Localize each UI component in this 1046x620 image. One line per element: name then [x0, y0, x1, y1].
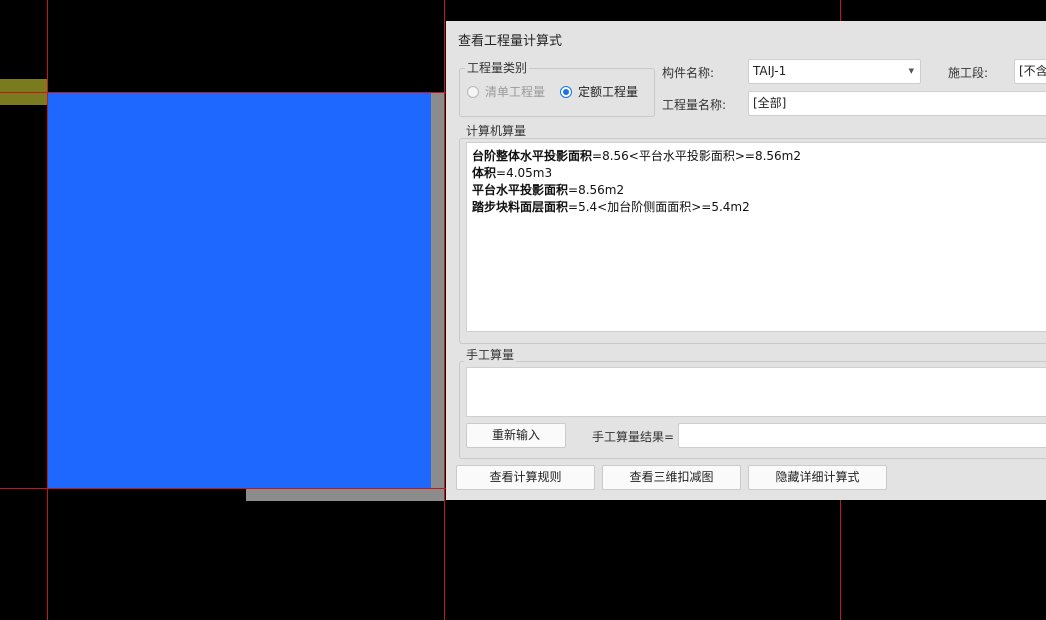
computer-calc-legend: 计算机算量 [464, 124, 529, 138]
construction-section-select[interactable]: [不含 [1014, 59, 1046, 84]
manual-calc-legend: 手工算量 [464, 348, 517, 362]
slab-shadow-right [431, 93, 445, 488]
manual-calc-textarea[interactable] [466, 367, 1046, 417]
quantity-name-label: 工程量名称: [662, 98, 727, 112]
reenter-button[interactable]: 重新输入 [466, 423, 566, 448]
calc-line: 踏步块料面层面积=5.4<加台阶侧面面积>=5.4m2 [472, 200, 750, 214]
radio-norm-quantity-circle[interactable] [560, 86, 572, 98]
quantity-name-value: [全部] [753, 96, 787, 110]
radio-bill-quantity-circle[interactable] [467, 86, 479, 98]
chevron-down-icon: ▼ [908, 67, 914, 75]
radio-bill-quantity-label: 清单工程量 [485, 85, 546, 99]
manual-result-field[interactable] [678, 423, 1046, 448]
computer-calc-textarea[interactable]: 台阶整体水平投影面积=8.56<平台水平投影面积>=8.56m2 体积=4.05… [466, 142, 1046, 332]
axis-line-vertical-2 [444, 0, 445, 620]
dialog-title: 查看工程量计算式 [458, 34, 563, 49]
radio-norm-quantity[interactable]: 定额工程量 [560, 84, 650, 100]
component-name-select[interactable]: TAIJ-1 ▼ [748, 59, 921, 84]
hide-detail-formula-button[interactable]: 隐藏详细计算式 [748, 465, 887, 490]
radio-bill-quantity[interactable]: 清单工程量 [467, 84, 557, 100]
construction-section-value: [不含 [1019, 64, 1046, 78]
radio-selected-dot [563, 89, 569, 95]
view-3d-deduction-button[interactable]: 查看三维扣减图 [602, 465, 741, 490]
radio-norm-quantity-label: 定额工程量 [578, 85, 639, 99]
component-name-value: TAIJ-1 [753, 64, 787, 78]
manual-result-label: 手工算量结果= [592, 430, 675, 444]
calc-line: 台阶整体水平投影面积=8.56<平台水平投影面积>=8.56m2 [472, 149, 801, 163]
calc-line: 体积=4.05m3 [472, 166, 553, 180]
quantity-name-select[interactable]: [全部] [748, 91, 1046, 116]
step-slab[interactable] [48, 93, 431, 488]
construction-section-label: 施工段: [948, 66, 989, 80]
calc-line: 平台水平投影面积=8.56m2 [472, 183, 625, 197]
component-name-label: 构件名称: [662, 66, 715, 80]
view-calc-rules-button[interactable]: 查看计算规则 [456, 465, 595, 490]
quantity-type-legend: 工程量类别 [465, 61, 530, 75]
quantity-formula-dialog: 查看工程量计算式 工程量类别 清单工程量 定额工程量 构件名称: TAIJ-1 … [446, 21, 1046, 500]
axis-line-vertical-1 [47, 0, 48, 620]
